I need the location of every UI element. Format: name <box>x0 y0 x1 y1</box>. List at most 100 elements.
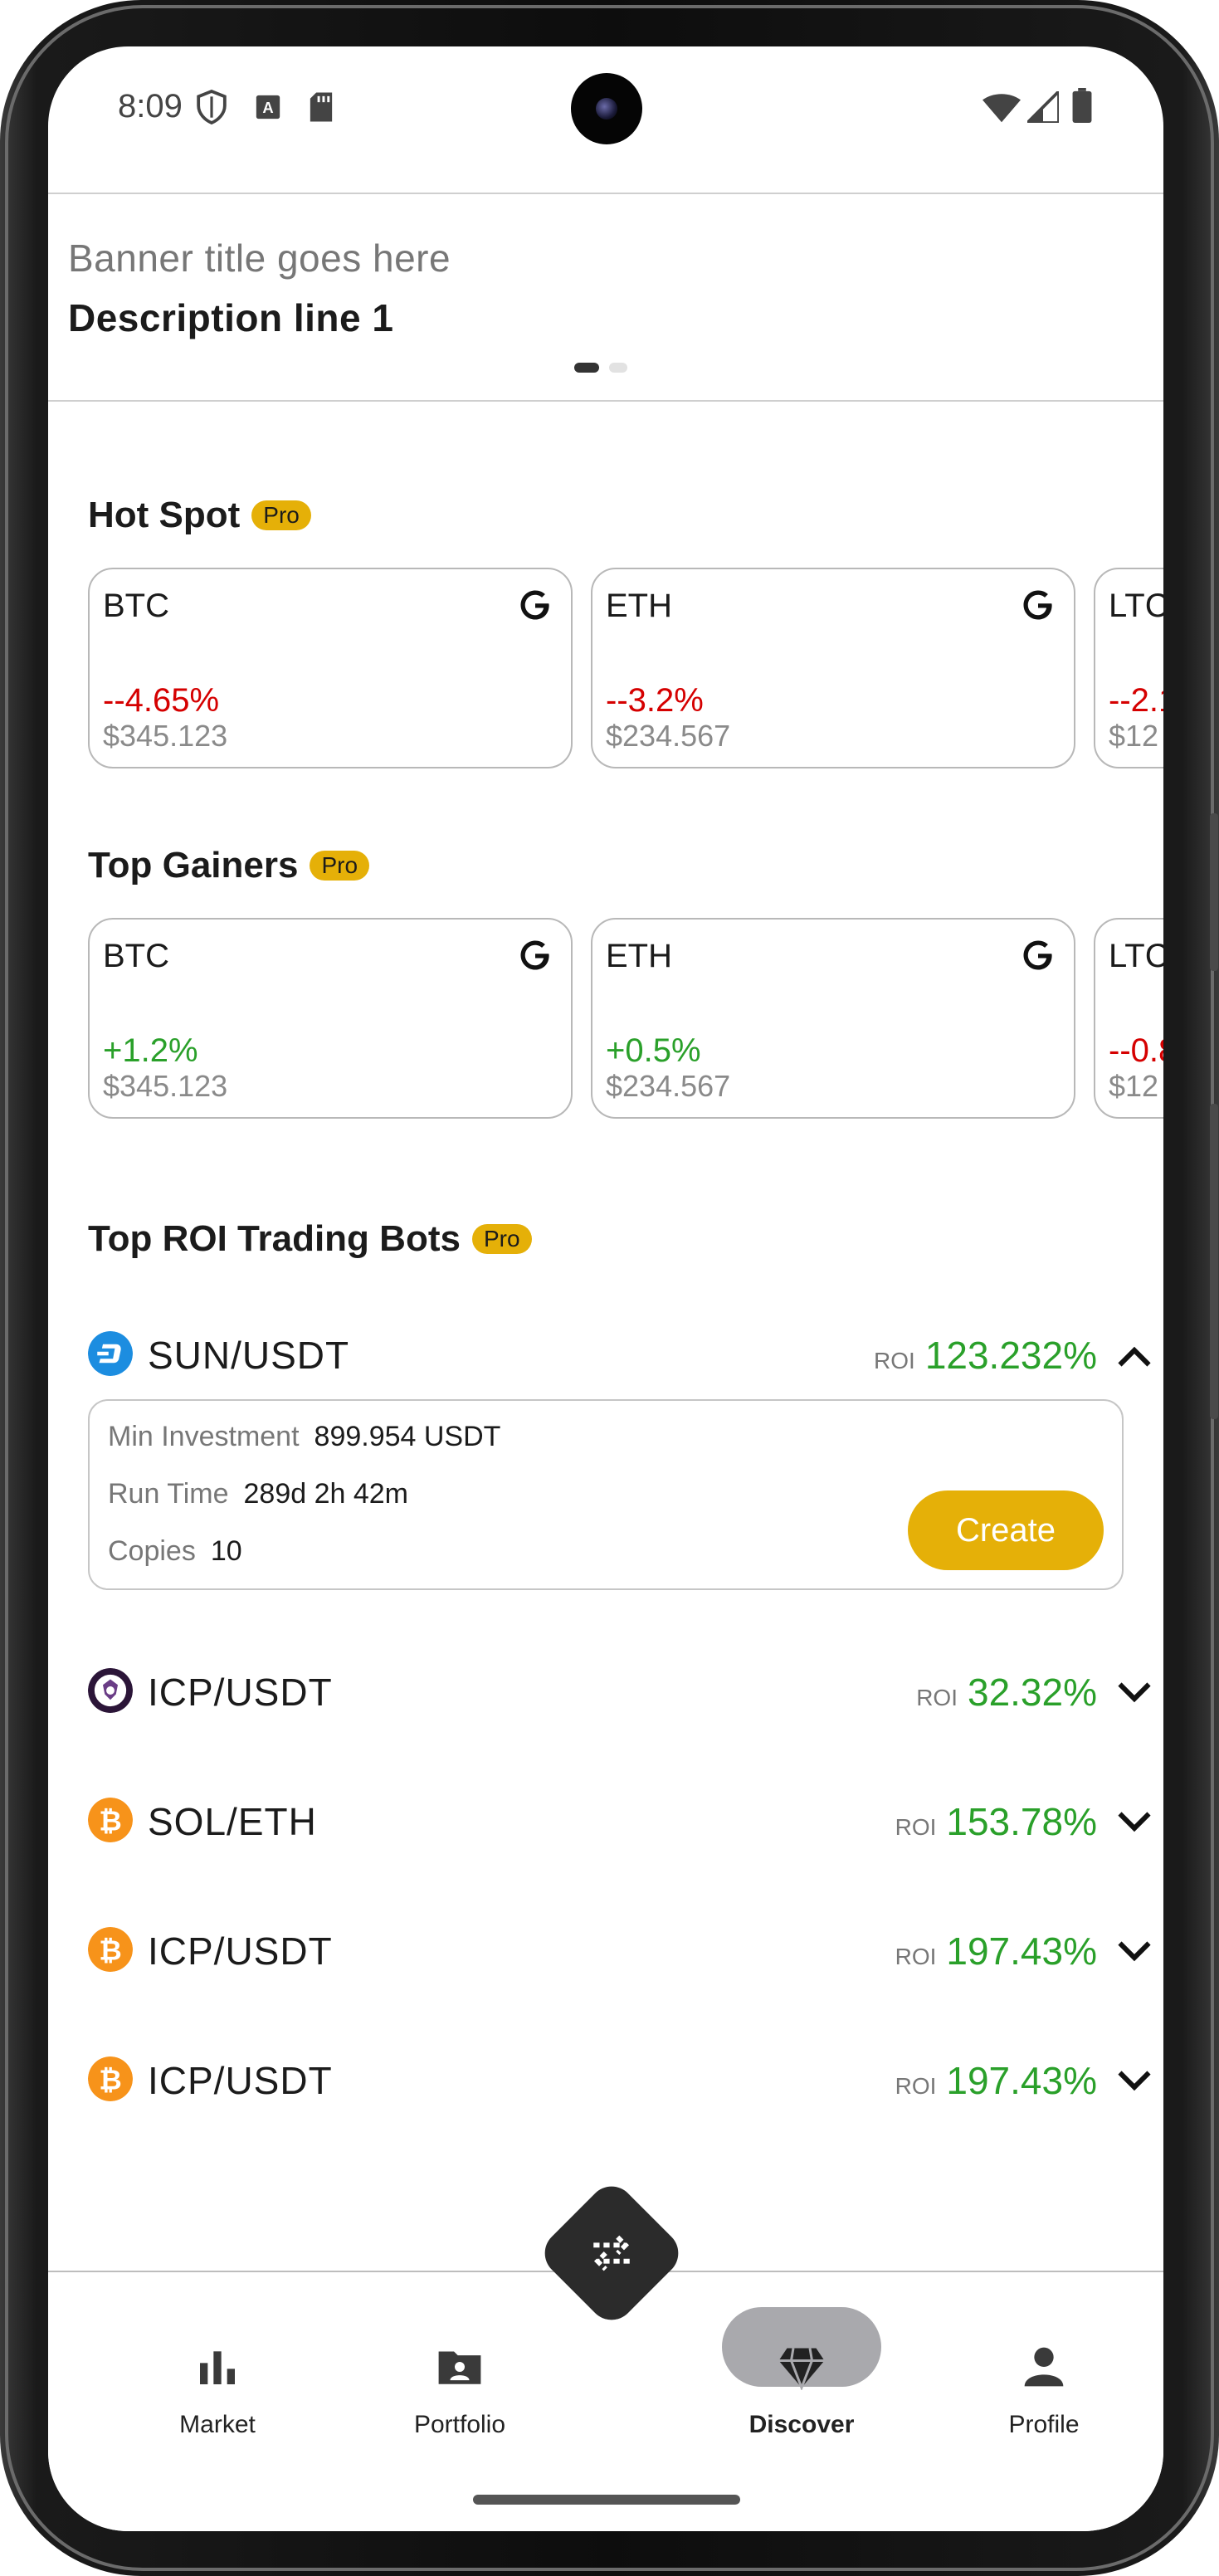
wifi-icon <box>983 94 1021 123</box>
roi-label: ROI <box>874 1348 915 1373</box>
bitcoin-icon: ₿ <box>88 2056 133 2101</box>
bot-pair: ICP/USDT <box>148 1930 333 1973</box>
section-title: Hot Spot <box>88 495 241 535</box>
detail-label: Copies <box>108 1535 196 1567</box>
detail-value: 899.954 USDT <box>314 1421 501 1452</box>
nav-item-portfolio[interactable]: Portfolio <box>360 2344 559 2439</box>
chevron-down-icon[interactable] <box>1117 2070 1152 2093</box>
create-button[interactable]: Create <box>908 1490 1104 1570</box>
battery-icon <box>1072 88 1092 123</box>
coin-change: --0.8 <box>1109 1032 1163 1069</box>
coin-name: ETH <box>606 938 672 974</box>
status-time: 8:09 <box>118 88 183 124</box>
coin-name: ETH <box>606 588 672 624</box>
bot-row[interactable]: ICP/USDT ROI 32.32% <box>88 1658 1163 1725</box>
bot-row[interactable]: ₿ ICP/USDT ROI 197.43% <box>88 1917 1163 1983</box>
page-dot[interactable] <box>609 363 628 373</box>
google-icon <box>520 940 549 970</box>
shield-icon <box>197 90 227 124</box>
coin-card[interactable]: ETH +0.5% $234.567 <box>591 918 1075 1119</box>
google-icon <box>1023 590 1052 620</box>
detail-label: Min Investment <box>108 1421 300 1452</box>
banner-page-indicator <box>574 362 634 377</box>
nav-label: Profile <box>1008 2411 1080 2438</box>
coin-name: BTC <box>103 588 169 624</box>
diamond-icon <box>778 2348 825 2392</box>
coin-card[interactable]: BTC +1.2% $345.123 <box>88 918 573 1119</box>
bitcoin-icon: ₿ <box>88 1798 133 1842</box>
run-time-row: Run Time 289d 2h 42m <box>108 1478 408 1510</box>
bot-pair: ICP/USDT <box>148 2059 333 2102</box>
min-investment-row: Min Investment 899.954 USDT <box>108 1421 500 1453</box>
svg-text:₿: ₿ <box>99 2063 122 2095</box>
roi-value: 123.232% <box>924 1334 1097 1377</box>
banner-title: Banner title goes here <box>68 237 451 280</box>
top-gainers-heading: Top Gainers Pro <box>88 845 370 886</box>
sd-card-icon <box>310 92 333 122</box>
nav-item-market[interactable]: Market <box>118 2344 317 2439</box>
nav-label: Market <box>179 2411 256 2438</box>
page-dot-active[interactable] <box>574 363 599 373</box>
coin-change: --4.65% <box>103 682 220 719</box>
chevron-down-icon[interactable] <box>1117 1940 1152 1964</box>
coin-card[interactable]: BTC --4.65% $345.123 <box>88 568 573 768</box>
chevron-down-icon[interactable] <box>1117 1811 1152 1834</box>
chevron-down-icon[interactable] <box>1117 1681 1152 1705</box>
roi-value: 153.78% <box>946 1800 1097 1843</box>
coin-card[interactable]: LTC --0.8 $12 <box>1094 918 1163 1119</box>
coin-card[interactable]: LTC --2.1 $12 <box>1094 568 1163 768</box>
pro-badge: Pro <box>471 1224 532 1254</box>
nav-item-discover[interactable]: Discover <box>702 2344 901 2439</box>
bot-roi: ROI 197.43% <box>895 2058 1097 2103</box>
nav-label: Portfolio <box>413 2411 506 2438</box>
svg-text:A: A <box>262 99 273 116</box>
keyboard-a-icon: A <box>256 95 280 120</box>
power-button <box>1210 813 1218 971</box>
nav-item-profile[interactable]: Profile <box>944 2344 1143 2439</box>
divider <box>48 400 1163 402</box>
bot-row[interactable]: ₿ SOL/ETH ROI 153.78% <box>88 1788 1163 1854</box>
coin-change: --3.2% <box>606 682 704 719</box>
copies-row: Copies 10 <box>108 1535 242 1568</box>
top-gainers-carousel[interactable]: BTC +1.2% $345.123 ETH +0.5% $234.567 LT… <box>88 918 1163 1125</box>
bot-row[interactable]: ₿ ICP/USDT ROI 197.43% <box>88 2047 1163 2113</box>
bot-pair: ICP/USDT <box>148 1671 333 1714</box>
section-title: Top Gainers <box>88 845 299 886</box>
coin-change: +1.2% <box>103 1032 198 1069</box>
bot-roi: ROI 32.32% <box>916 1670 1097 1715</box>
roi-value: 197.43% <box>946 2059 1097 2102</box>
screen: 8:09 A Banner title goes here Descriptio… <box>48 46 1163 2531</box>
svg-text:₿: ₿ <box>99 1804 122 1837</box>
coin-price: $345.123 <box>103 1069 228 1103</box>
coin-price: $12 <box>1109 719 1159 753</box>
coin-price: $234.567 <box>606 719 731 753</box>
coin-card[interactable]: ETH --3.2% $234.567 <box>591 568 1075 768</box>
top-roi-bots-heading: Top ROI Trading Bots Pro <box>88 1218 532 1260</box>
swap-arrows-icon <box>593 2235 630 2271</box>
hot-spot-carousel[interactable]: BTC --4.65% $345.123 ETH --3.2% $234.567… <box>88 568 1163 775</box>
person-icon <box>1024 2347 1064 2387</box>
roi-label: ROI <box>895 2073 937 2099</box>
chevron-up-icon[interactable] <box>1117 1344 1152 1368</box>
coin-name: BTC <box>103 938 169 974</box>
bot-row[interactable]: SUN/USDT ROI 123.232% <box>88 1321 1163 1388</box>
icp-coin-icon <box>88 1668 133 1713</box>
roi-value: 32.32% <box>967 1671 1097 1714</box>
detail-label: Run Time <box>108 1478 229 1510</box>
coin-name: LTC <box>1109 938 1163 974</box>
coin-price: $12 <box>1109 1069 1159 1103</box>
banner-description: Description line 1 <box>68 296 394 339</box>
coin-price: $345.123 <box>103 719 228 753</box>
status-bar: 8:09 A <box>48 46 1163 146</box>
dash-coin-icon <box>88 1331 133 1376</box>
pro-badge: Pro <box>251 500 311 530</box>
nav-label: Discover <box>748 2411 855 2438</box>
coin-change: --2.1 <box>1109 682 1163 719</box>
svg-text:₿: ₿ <box>99 1934 122 1966</box>
roi-label: ROI <box>916 1685 958 1710</box>
roi-label: ROI <box>895 1944 937 1969</box>
home-indicator[interactable] <box>473 2495 740 2505</box>
bot-roi: ROI 123.232% <box>874 1333 1097 1378</box>
front-camera <box>571 73 642 144</box>
coin-name: LTC <box>1109 588 1163 624</box>
